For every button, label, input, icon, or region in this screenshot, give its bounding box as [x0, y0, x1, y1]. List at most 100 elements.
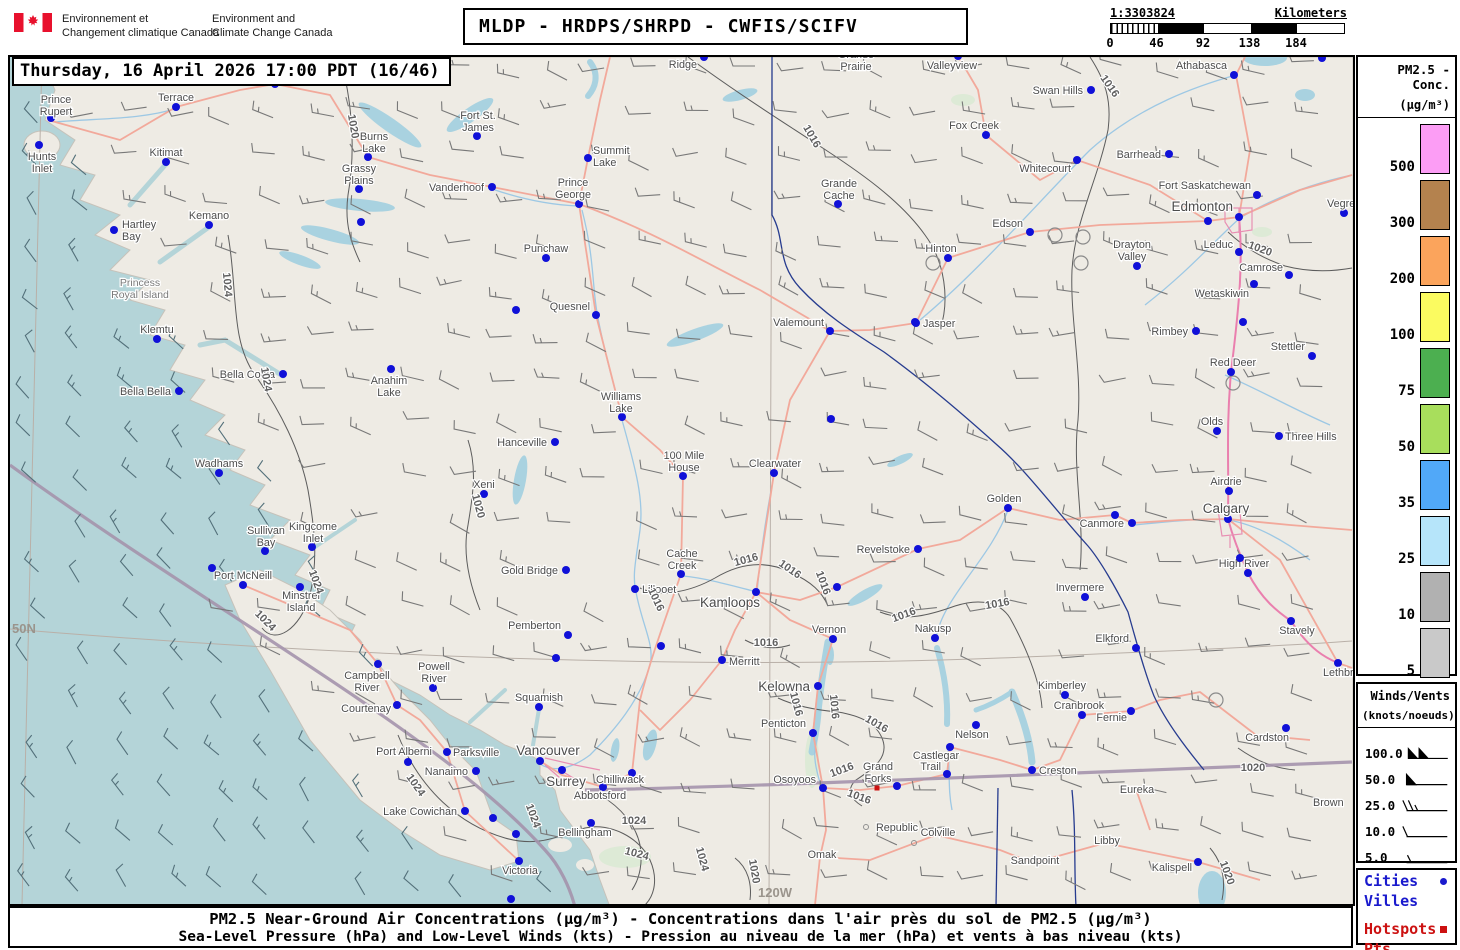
isobar-label: 1016: [827, 694, 841, 719]
city-label: Parksville: [453, 747, 499, 759]
hotspot-square-icon: [1440, 925, 1447, 933]
city-label: Lake Cowichan: [383, 806, 457, 818]
city-label: Creston: [1039, 765, 1077, 777]
caption-line2: Sea-Level Pressure (hPa) and Low-Level W…: [178, 929, 1183, 945]
city-label: Vegreville: [1327, 198, 1353, 210]
pm25-level-row: 10: [1358, 572, 1450, 622]
pm25-level-swatch: [1420, 628, 1450, 678]
city-label: Kemano: [189, 210, 229, 222]
city-dot: [1127, 707, 1135, 715]
city-label: Kitimat: [150, 147, 183, 159]
city-label: Prince Rupert: [40, 94, 72, 118]
pm25-level-swatch: [1420, 292, 1450, 342]
city-label: Kalispell: [1152, 862, 1192, 874]
city-dot: [536, 757, 544, 765]
city-dot: [208, 564, 216, 572]
city-dot: [1111, 511, 1119, 519]
city-dot: [205, 221, 213, 229]
city-label: Kimberley: [1038, 680, 1087, 692]
city-dot: [1235, 213, 1243, 221]
graticule-label: 120W: [758, 885, 793, 900]
city-label: Terrace: [158, 92, 194, 104]
city-label: GrandePrairie: [838, 57, 874, 73]
city-dot: [893, 782, 901, 790]
city-dot: [1061, 691, 1069, 699]
city-label: Wadhams: [195, 458, 244, 470]
city-dot: [507, 895, 515, 903]
city-dot: [1275, 432, 1283, 440]
city-label: Colville: [921, 827, 956, 839]
city-dot: [175, 387, 183, 395]
city-dot: [215, 469, 223, 477]
pm25-level-row: 25: [1358, 516, 1450, 566]
scale-tick-label: 92: [1195, 36, 1211, 50]
city-label: Canmore: [1080, 518, 1124, 530]
pm25-level-swatch: [1420, 404, 1450, 454]
pm25-level-value: 100: [1389, 327, 1415, 343]
city-dot: [512, 306, 520, 314]
city-label: Athabasca: [1176, 60, 1227, 72]
scale-tick-label: 0: [1106, 36, 1114, 50]
city-dot: [819, 784, 827, 792]
scalebar-seg: [1297, 24, 1344, 33]
city-label: Republic: [876, 822, 919, 834]
winds-legend-units: (knots/noeuds): [1362, 709, 1455, 722]
city-label: Chilliwack: [596, 774, 645, 786]
city-label: Osoyoos: [773, 774, 816, 786]
city-label: Trail: [920, 761, 941, 773]
city-label: Port McNeill: [214, 570, 272, 582]
city-dot: [558, 766, 566, 774]
city-label: Hanceville: [497, 437, 547, 449]
city-dot: [1225, 487, 1233, 495]
city-dot: [575, 200, 583, 208]
city-label: Barrhead: [1117, 149, 1161, 161]
scale-tick-label: 46: [1149, 36, 1164, 50]
city-dot: [1244, 569, 1252, 577]
city-label: Courtenay: [341, 703, 391, 715]
city-label: 100 Mile House: [664, 450, 705, 474]
city-dot: [1204, 217, 1212, 225]
city-dot: [943, 770, 951, 778]
city-label: Fox Creek: [949, 120, 999, 132]
scale-unit: Kilometers: [1274, 6, 1347, 20]
city-label: Bellingham: [558, 827, 611, 839]
city-label: Invermere: [1056, 582, 1105, 594]
city-dot: [657, 642, 665, 650]
city-label: Jasper: [923, 318, 956, 330]
pm25-level-swatch: [1420, 572, 1450, 622]
city-label: Xeni: [473, 479, 495, 491]
pm25-level-swatch: [1420, 180, 1450, 230]
city-dot: [535, 703, 543, 711]
city-dot: [1028, 766, 1036, 774]
city-label: Cranbrook: [1054, 700, 1105, 712]
wind-speed-value: 100.0: [1365, 745, 1403, 761]
wind-barb-icon: [1407, 746, 1448, 759]
pm25-level-swatch: [1420, 236, 1450, 286]
city-label: Revelstoke: [857, 544, 910, 556]
isobar-label: 1024: [622, 815, 647, 827]
city-dot: [944, 254, 952, 262]
city-label: Merritt: [729, 656, 760, 668]
weather-map: PrinceRupertHuntsInletTerraceKitimatSmit…: [8, 55, 1355, 906]
city-dot: [1334, 659, 1342, 667]
wind-barb-icon: [1402, 825, 1448, 837]
city-dot: [1078, 711, 1086, 719]
city-dot: [1213, 427, 1221, 435]
city-dot: [1081, 593, 1089, 601]
city-dot: [1026, 228, 1034, 236]
city-label: Surrey: [546, 774, 586, 789]
cities-label-en: Cities: [1364, 872, 1419, 890]
canada-flag-icon: [14, 13, 52, 32]
city-label: Vernon: [812, 624, 846, 636]
pm25-level-swatch: [1420, 348, 1450, 398]
hotspots-label-en: Hotspots: [1364, 920, 1437, 938]
city-dot: [488, 183, 496, 191]
timestamp-box: Thursday, 16 April 2026 17:00 PDT (16/46…: [12, 57, 451, 86]
city-dot: [512, 830, 520, 838]
city-label: Omak: [808, 849, 837, 861]
city-dot: [718, 656, 726, 664]
city-label: High River: [1219, 558, 1270, 570]
city-dot: [489, 814, 497, 822]
city-dot: [931, 634, 939, 642]
wind-speed-value: 10.0: [1365, 823, 1396, 839]
